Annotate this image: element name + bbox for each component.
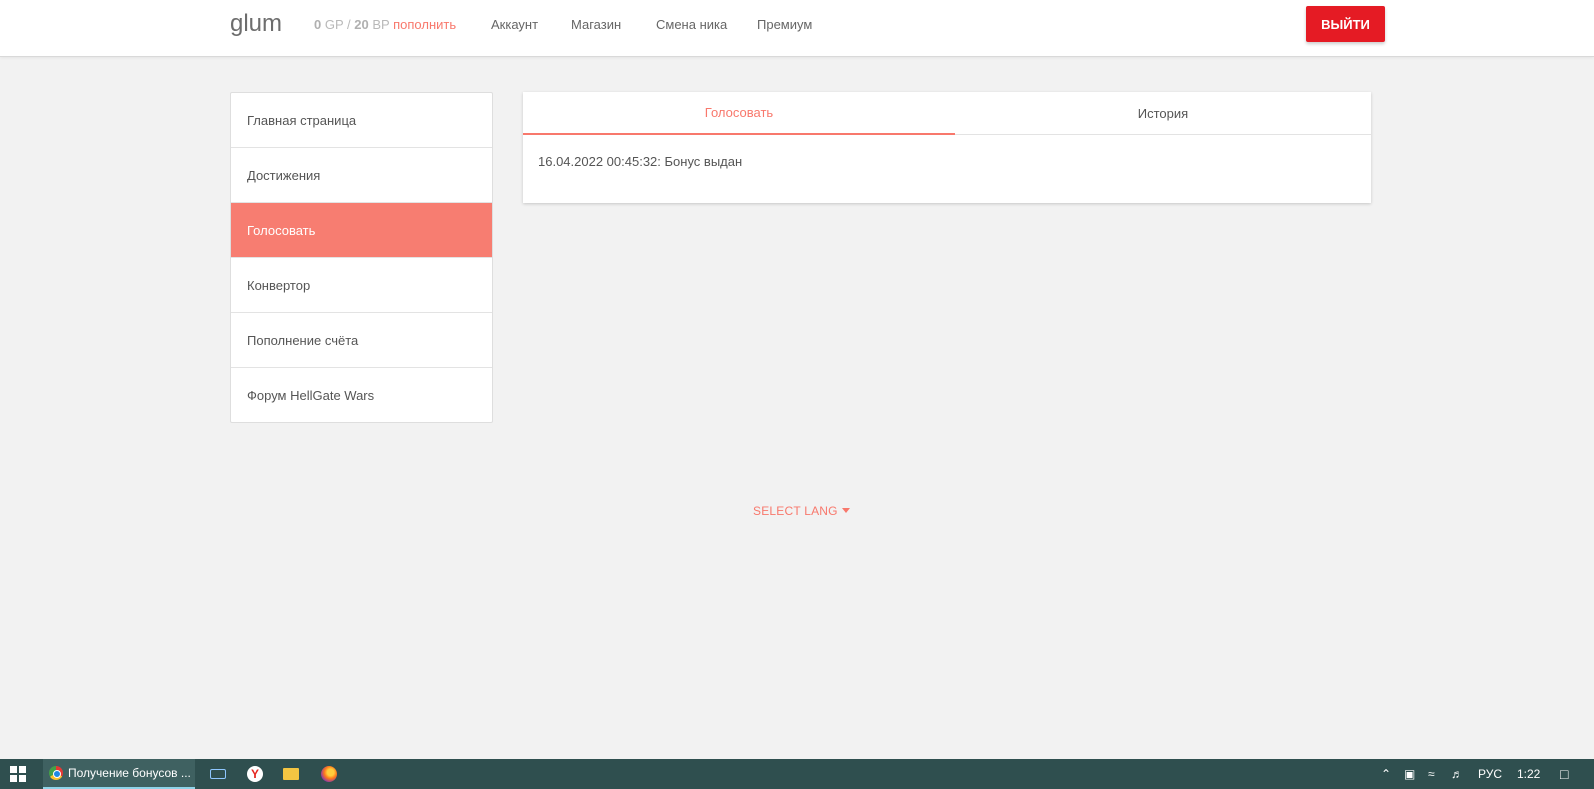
sidebar-menu: Главная страница Достижения Голосовать К… bbox=[230, 92, 493, 423]
nav-account[interactable]: Аккаунт bbox=[491, 17, 538, 32]
tray-wifi-icon[interactable]: ≈ bbox=[1428, 759, 1435, 789]
yandex-browser-icon[interactable]: Y bbox=[247, 766, 263, 782]
keyboard-icon[interactable] bbox=[210, 769, 226, 779]
file-explorer-icon[interactable] bbox=[283, 768, 299, 780]
tray-network-card-icon[interactable]: ▣ bbox=[1404, 759, 1415, 789]
site-logo[interactable]: glum bbox=[230, 10, 282, 38]
nav-nick-change[interactable]: Смена ника bbox=[656, 17, 727, 32]
tab-bar: Голосовать История bbox=[523, 92, 1371, 135]
sidebar-item-topup[interactable]: Пополнение счёта bbox=[231, 313, 492, 368]
bp-value: 20 bbox=[354, 17, 369, 32]
tab-history[interactable]: История bbox=[955, 92, 1371, 135]
topup-link[interactable]: пополнить bbox=[393, 17, 456, 32]
nav-shop[interactable]: Магазин bbox=[571, 17, 621, 32]
tray-language[interactable]: РУС bbox=[1478, 759, 1502, 789]
caret-down-icon bbox=[841, 508, 850, 514]
select-lang-label: SELECT LANG bbox=[753, 504, 838, 518]
chrome-icon bbox=[49, 766, 63, 780]
sidebar-item-achievements[interactable]: Достижения bbox=[231, 148, 492, 203]
nav-premium[interactable]: Премиум bbox=[757, 17, 812, 32]
tray-chevron-up-icon[interactable]: ⌃ bbox=[1381, 759, 1391, 789]
tray-volume-icon[interactable]: ♬ bbox=[1451, 759, 1463, 789]
sidebar-item-home[interactable]: Главная страница bbox=[231, 93, 492, 148]
tab-vote[interactable]: Голосовать bbox=[523, 92, 955, 135]
vote-log-entry: 16.04.2022 00:45:32: Бонус выдан bbox=[538, 154, 743, 169]
notification-icon[interactable]: □ bbox=[1560, 759, 1568, 789]
balance-separator: / bbox=[347, 17, 351, 32]
firefox-icon[interactable] bbox=[321, 766, 337, 782]
logout-button[interactable]: ВЫЙТИ bbox=[1306, 6, 1385, 42]
gp-value: 0 bbox=[314, 17, 322, 32]
bp-unit: BP bbox=[372, 17, 390, 32]
gp-unit: GP bbox=[324, 17, 344, 32]
tray-clock[interactable]: 1:22 bbox=[1517, 759, 1540, 789]
windows-start-icon[interactable] bbox=[10, 766, 26, 782]
top-header: glum 0 GP / 20 BP пополнить Аккаунт Мага… bbox=[0, 0, 1594, 57]
sidebar-item-forum[interactable]: Форум HellGate Wars bbox=[231, 368, 492, 422]
taskbar-app-chrome[interactable]: Получение бонусов ... bbox=[43, 759, 195, 789]
sidebar-item-vote[interactable]: Голосовать bbox=[231, 203, 492, 258]
sidebar-item-converter[interactable]: Конвертор bbox=[231, 258, 492, 313]
windows-taskbar: Получение бонусов ... Y ⌃ ▣ ≈ ♬ РУС 1:22… bbox=[0, 759, 1594, 789]
vote-card: Голосовать История 16.04.2022 00:45:32: … bbox=[523, 92, 1371, 203]
select-lang-dropdown[interactable]: SELECT LANG bbox=[753, 504, 850, 518]
taskbar-app-label: Получение бонусов ... bbox=[68, 766, 191, 780]
balance-display: 0 GP / 20 BP пополнить bbox=[314, 17, 456, 32]
